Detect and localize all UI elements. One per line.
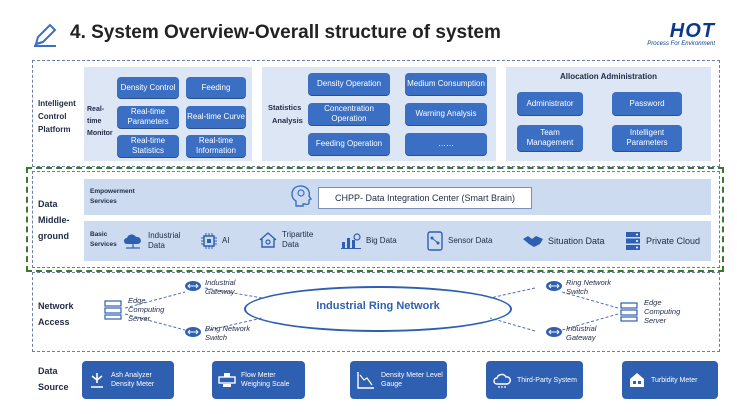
ring-network-label: Industrial Ring Network xyxy=(316,300,440,312)
source-turbidity-meter[interactable]: Turbidity Meter xyxy=(622,361,718,399)
edge-server-right-label: Edge Computing Server xyxy=(644,298,681,325)
gauge-icon xyxy=(357,372,374,389)
gateway-top-left-icon xyxy=(185,281,201,291)
cloud-icon xyxy=(493,373,511,388)
switch-top-right-label: Ring Network Switch xyxy=(566,278,612,296)
flow-meter-icon xyxy=(218,373,236,387)
source-third-party[interactable]: Third-Party System xyxy=(486,361,583,399)
edge-server-left-icon xyxy=(104,300,122,320)
building-icon xyxy=(630,373,644,387)
switch-bottom-left-icon xyxy=(185,327,201,337)
source-ash-analyzer[interactable]: Ash Analyzer Density Meter xyxy=(82,361,174,399)
analyzer-icon xyxy=(91,373,103,388)
source-flow-meter[interactable]: Flow Meter Weighing Scale xyxy=(212,361,305,399)
switch-top-right-icon xyxy=(546,281,562,291)
source-density-meter[interactable]: Density Meter Level Gauge xyxy=(350,361,447,399)
gateway-top-left-label: Industrial Gateway xyxy=(205,278,236,296)
data-source-label: Data Source xyxy=(38,366,69,392)
edge-server-right-icon xyxy=(620,302,638,322)
switch-bottom-left-label: Ring Network Switch xyxy=(205,324,251,342)
gateway-bottom-right-icon xyxy=(546,327,562,337)
network-connector-lines xyxy=(124,287,619,332)
edge-server-left-label: Edge Computing Server xyxy=(128,296,165,323)
gateway-bottom-right-label: Industrial Gateway xyxy=(566,324,597,342)
